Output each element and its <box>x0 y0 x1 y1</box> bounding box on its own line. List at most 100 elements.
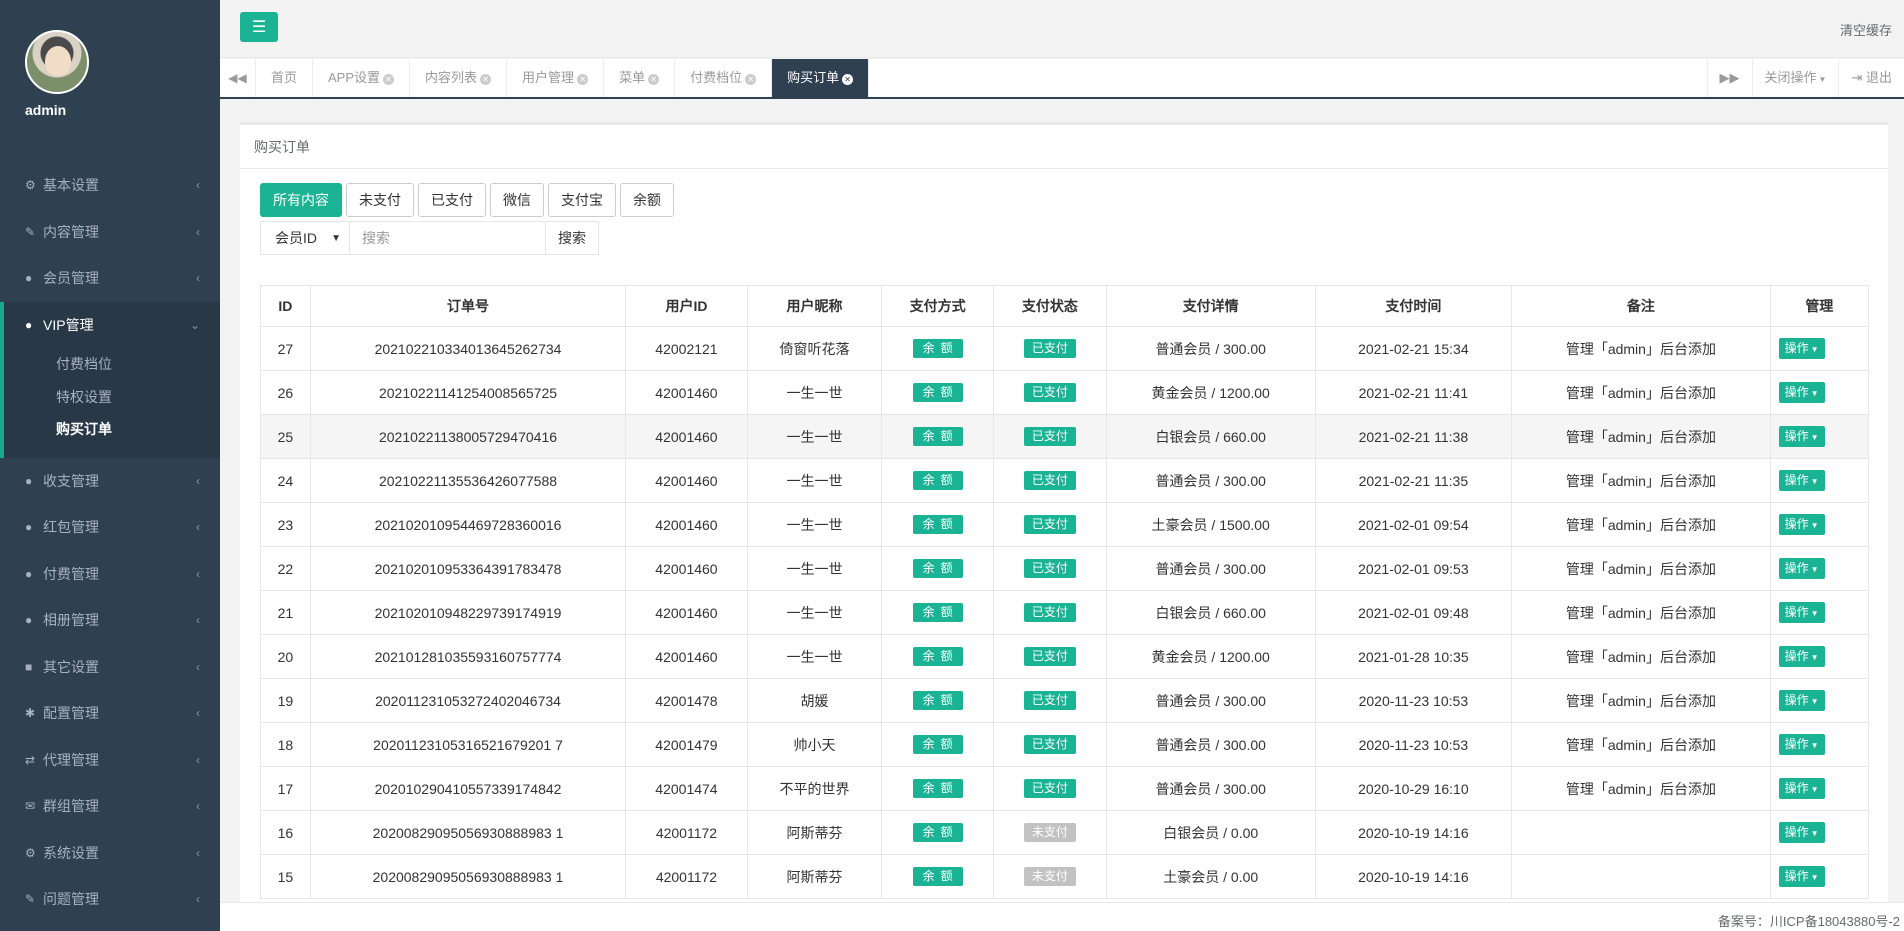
sidebar-item-after-1[interactable]: ● 红包管理 ‹ <box>0 504 220 551</box>
logout-label: 退出 <box>1865 70 1892 85</box>
cell-order-no: 202102010954469728360016 <box>309 502 627 547</box>
tab-2[interactable]: 内容列表 ✕ <box>410 59 508 97</box>
operate-dropdown-button[interactable]: 操作 ▼ <box>1778 426 1825 447</box>
cell-id: 16 <box>260 810 311 855</box>
cell-note: 管理「admin」后台添加 <box>1511 326 1771 371</box>
operate-dropdown-button[interactable]: 操作 ▼ <box>1778 822 1825 843</box>
cell-manage: 操作 ▼ <box>1769 370 1870 415</box>
close-icon[interactable]: ✕ <box>745 74 757 85</box>
sidebar-item-after-8[interactable]: ⚙ 系统设置 ‹ <box>0 830 220 877</box>
table-row: 20 202101281035593160757774 42001460 一生一世 余额… <box>260 634 1870 679</box>
operate-dropdown-button[interactable]: 操作 ▼ <box>1778 778 1825 799</box>
sidebar-item-after-4[interactable]: ■ 其它设置 ‹ <box>0 644 220 691</box>
cell-pay-detail: 普通会员 / 300.00 <box>1105 326 1316 371</box>
filter-button-5[interactable]: 余额 <box>620 183 674 217</box>
column-header: ID <box>260 285 311 327</box>
operate-dropdown-button[interactable]: 操作 ▼ <box>1778 382 1825 403</box>
operate-dropdown-button[interactable]: 操作 ▼ <box>1778 866 1825 887</box>
operate-label: 操作 <box>1784 869 1809 883</box>
sidebar-item-after-7[interactable]: ✉ 群组管理 ‹ <box>0 783 220 830</box>
operate-dropdown-button[interactable]: 操作 ▼ <box>1778 734 1825 755</box>
menu-toggle-button[interactable]: ☰ <box>240 12 278 42</box>
operate-dropdown-button[interactable]: 操作 ▼ <box>1778 470 1825 491</box>
sidebar-item-label: 群组管理 <box>43 798 99 815</box>
clear-cache-link[interactable]: 清空缓存 <box>1840 20 1892 39</box>
sidebar-item-after-0[interactable]: ● 收支管理 ‹ <box>0 458 220 505</box>
tab-4[interactable]: 菜单 ✕ <box>604 59 676 97</box>
operate-label: 操作 <box>1784 561 1809 575</box>
cell-pay-method: 余额 <box>881 766 994 811</box>
column-header: 用户昵称 <box>746 285 883 327</box>
tab-label: 用户管理 <box>522 70 575 85</box>
close-icon[interactable]: ✕ <box>842 74 854 85</box>
sidebar-item-after-9[interactable]: ✎ 问题管理 ‹ <box>0 876 220 923</box>
close-icon[interactable]: ✕ <box>480 74 492 85</box>
filter-button-3[interactable]: 微信 <box>490 183 544 217</box>
table-row: 21 202102010948229739174919 42001460 一生一世 余额… <box>260 590 1870 635</box>
sidebar-subitem-0[interactable]: 付费档位 <box>4 348 220 381</box>
logout-button[interactable]: ⇥ 退出 <box>1838 59 1904 97</box>
cell-nickname: 一生一世 <box>746 370 883 415</box>
sidebar-item-before-2[interactable]: ● 会员管理 ‹ <box>0 255 220 302</box>
sidebar-item-before-0[interactable]: ⚙ 基本设置 ‹ <box>0 162 220 209</box>
operate-dropdown-button[interactable]: 操作 ▼ <box>1778 514 1825 535</box>
tab-label: 菜单 <box>619 70 646 85</box>
sidebar-item-before-1[interactable]: ✎ 内容管理 ‹ <box>0 209 220 256</box>
table-row: 27 202102210334013645262734 42002121 倚窗听花落 余… <box>260 326 1870 371</box>
cell-order-no: 202010290410557339174842 <box>309 766 627 811</box>
operate-dropdown-button[interactable]: 操作 ▼ <box>1778 558 1825 579</box>
operate-dropdown-button[interactable]: 操作 ▼ <box>1778 338 1825 359</box>
top-bar: ☰ 清空缓存 <box>220 0 1904 58</box>
tab-5[interactable]: 付费档位 ✕ <box>675 59 773 97</box>
close-operations-dropdown[interactable]: 关闭操作 ▼ <box>1751 59 1839 97</box>
cell-order-no: 202102210334013645262734 <box>309 326 627 371</box>
cell-id: 18 <box>260 722 311 767</box>
cell-note: 管理「admin」后台添加 <box>1511 458 1771 503</box>
operate-dropdown-button[interactable]: 操作 ▼ <box>1778 602 1825 623</box>
filter-button-0[interactable]: 所有内容 <box>260 183 342 217</box>
chevron-left-icon: ‹ <box>196 706 200 721</box>
cell-id: 17 <box>260 766 311 811</box>
tab-3[interactable]: 用户管理 ✕ <box>507 59 605 97</box>
sidebar-item-after-5[interactable]: ✱ 配置管理 ‹ <box>0 690 220 737</box>
edit-icon: ✎ <box>25 892 36 907</box>
asterisk-icon: ✱ <box>25 706 36 721</box>
operate-dropdown-button[interactable]: 操作 ▼ <box>1778 690 1825 711</box>
caret-down-icon: ▼ <box>1810 653 1819 662</box>
sidebar-group-vip: ● VIP管理 ⌄ 付费档位 特权设置 购买订单 <box>0 301 220 458</box>
sidebar-item-after-2[interactable]: ● 付费管理 ‹ <box>0 551 220 598</box>
close-icon[interactable]: ✕ <box>383 74 395 85</box>
cell-note: 管理「admin」后台添加 <box>1511 766 1771 811</box>
user-icon: ● <box>25 613 33 628</box>
sidebar-item-label: 会员管理 <box>43 270 99 287</box>
sidebar-subitem-2[interactable]: 购买订单 <box>4 413 220 446</box>
close-icon[interactable]: ✕ <box>577 74 589 85</box>
cell-nickname: 一生一世 <box>746 546 883 591</box>
pay-method-badge: 余额 <box>912 647 963 666</box>
tabs-scroll-right-button[interactable]: ▶▶ <box>1706 59 1752 97</box>
search-button[interactable]: 搜索 <box>546 221 599 255</box>
sidebar-item-after-3[interactable]: ● 相册管理 ‹ <box>0 597 220 644</box>
close-icon[interactable]: ✕ <box>648 74 660 85</box>
filter-button-1[interactable]: 未支付 <box>346 183 414 217</box>
cell-pay-status: 已支付 <box>992 326 1107 371</box>
filter-button-4[interactable]: 支付宝 <box>548 183 616 217</box>
tab-1[interactable]: APP设置 ✕ <box>313 59 411 97</box>
cell-nickname: 不平的世界 <box>746 766 883 811</box>
cell-pay-method: 余额 <box>881 634 994 679</box>
cell-id: 21 <box>260 590 311 635</box>
search-field-select[interactable]: 会员ID ▼ <box>260 221 350 255</box>
tabs-scroll-left-button[interactable]: ◀◀ <box>220 59 256 97</box>
search-input[interactable] <box>350 221 546 255</box>
profile-name[interactable]: admin <box>25 102 220 118</box>
status-badge: 已支付 <box>1023 691 1076 710</box>
avatar[interactable] <box>25 30 89 94</box>
tab-0[interactable]: 首页 <box>256 59 314 97</box>
sidebar-subitem-1[interactable]: 特权设置 <box>4 381 220 414</box>
filter-button-2[interactable]: 已支付 <box>418 183 486 217</box>
status-badge: 已支付 <box>1023 735 1076 754</box>
operate-dropdown-button[interactable]: 操作 ▼ <box>1778 646 1825 667</box>
sidebar-item-after-6[interactable]: ⇄ 代理管理 ‹ <box>0 737 220 784</box>
sidebar-item-vip[interactable]: ● VIP管理 ⌄ <box>4 302 220 349</box>
tab-6[interactable]: 购买订单 ✕ <box>772 59 870 97</box>
